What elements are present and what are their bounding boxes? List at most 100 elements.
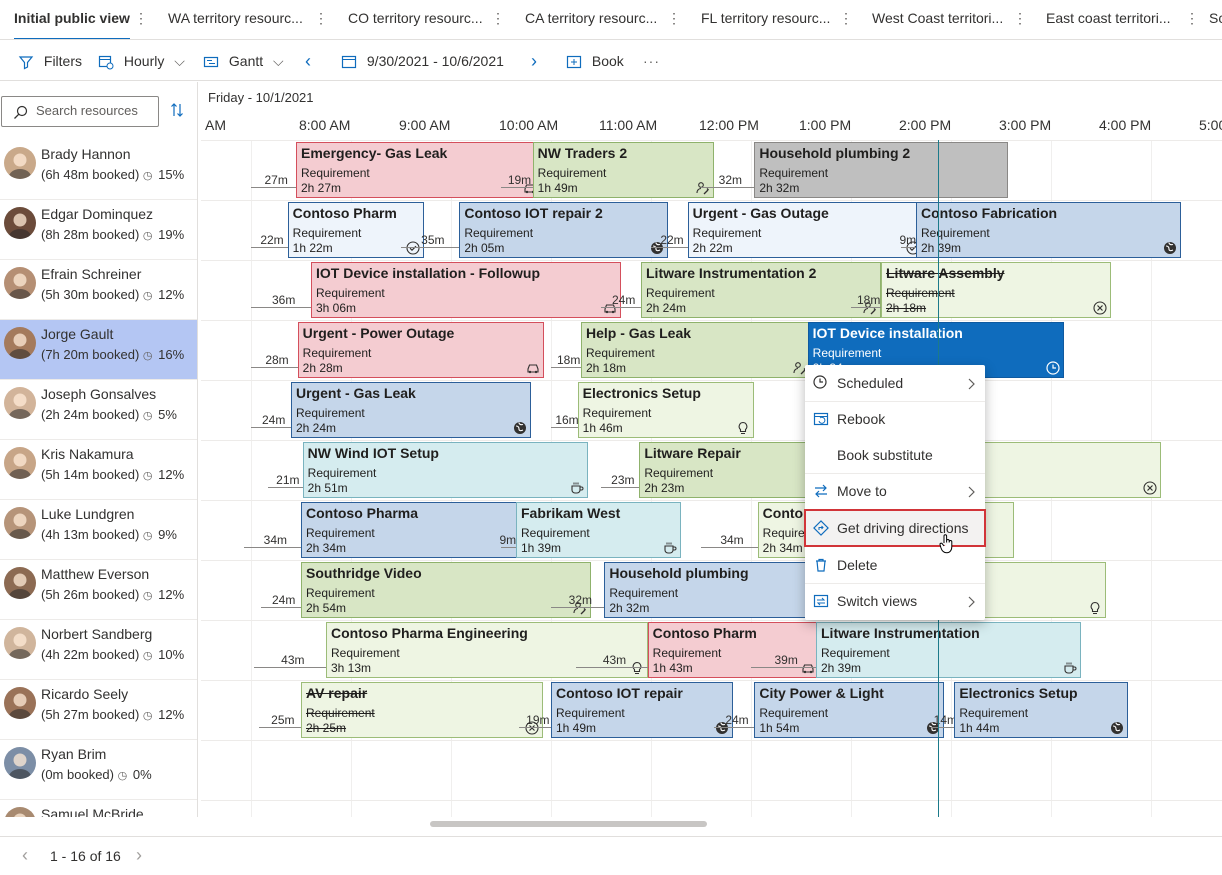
book-button[interactable]: Book [566, 41, 624, 81]
tab-more-icon[interactable]: ⋮ [1013, 10, 1027, 27]
travel-time-line [251, 247, 288, 248]
booking-card[interactable]: Fabrikam West Requirement 1h 39m [516, 502, 681, 558]
booking-title: Litware Assembly [886, 265, 1005, 281]
tab-more-icon[interactable]: ⋮ [134, 10, 148, 27]
horizontal-scrollbar[interactable] [430, 821, 707, 827]
booking-card[interactable]: NW Traders 2 Requirement 1h 49m [532, 142, 715, 198]
menu-item-book-substitute[interactable]: Book substitute [805, 437, 985, 473]
tab-overflow[interactable]: Sc [1209, 0, 1222, 39]
tab-more-icon[interactable]: ⋮ [1185, 10, 1199, 27]
booking-card[interactable]: Contoso IOT repair 2 Requirement 2h 05m [459, 202, 668, 258]
search-box[interactable] [1, 96, 159, 127]
resource-row[interactable]: Ryan Brim (0m booked) ◷ 0% [0, 740, 197, 800]
gantt-dropdown[interactable]: Gantt ⌵ [203, 41, 284, 81]
resource-row[interactable]: Luke Lundgren (4h 13m booked) ◷ 9% [0, 500, 197, 560]
menu-item-move-to[interactable]: Move to [805, 473, 985, 509]
resource-row[interactable]: Norbert Sandberg (4h 22m booked) ◷ 10% [0, 620, 197, 680]
hourly-dropdown[interactable]: Hourly ⌵ [98, 41, 185, 81]
booked-hours: (4h 13m booked) [41, 527, 140, 542]
booking-card[interactable]: Urgent - Gas Outage Requirement 2h 22m [687, 202, 925, 258]
bulb-icon [630, 661, 644, 675]
info-icon: ◷ [142, 530, 153, 542]
globe-icon [1163, 241, 1177, 255]
chevron-right-icon[interactable]: › [136, 845, 142, 866]
resource-row[interactable]: Matthew Everson (5h 26m booked) ◷ 12% [0, 560, 197, 620]
clock-icon [1046, 361, 1060, 375]
menu-item-scheduled[interactable]: Scheduled [805, 365, 985, 401]
tab-wa-territory[interactable]: WA territory resourc... [168, 0, 303, 39]
booking-title: IOT Device installation [812, 325, 963, 341]
booking-card[interactable]: Household plumbing 2 Requirement 2h 32m [754, 142, 1008, 198]
tab-east-coast[interactable]: East coast territori... [1046, 0, 1170, 39]
booking-card[interactable]: Contoso Pharma Engineering Requirement 3h … [326, 622, 648, 678]
tab-more-icon[interactable]: ⋮ [839, 10, 853, 27]
search-icon [14, 105, 28, 119]
booking-card[interactable]: Litware Assembly Requirement 2h 18m [881, 262, 1111, 318]
booking-subtitle: Requirement [586, 346, 655, 360]
tab-co-territory[interactable]: CO territory resourc... [348, 0, 483, 39]
resource-utilization: (4h 22m booked) ◷ 10% [41, 647, 184, 662]
tab-west-coast[interactable]: West Coast territori... [872, 0, 1003, 39]
booking-card[interactable]: Urgent - Gas Leak Requirement 2h 24m [291, 382, 531, 438]
booking-card[interactable]: Emergency- Gas Leak Requirement 2h 27m [296, 142, 541, 198]
sort-icon[interactable] [170, 102, 184, 118]
booking-title: Urgent - Gas Leak [296, 385, 416, 401]
resource-row[interactable]: Kris Nakamura (5h 14m booked) ◷ 12% [0, 440, 197, 500]
booked-hours: (5h 30m booked) [41, 287, 140, 302]
resource-row[interactable]: Ricardo Seely (5h 27m booked) ◷ 12% [0, 680, 197, 740]
menu-item-rebook[interactable]: Rebook [805, 401, 985, 437]
booking-card[interactable]: Help - Gas Leak Requirement 2h 18m [581, 322, 811, 378]
booking-card[interactable]: Electronics Setup Requirement 1h 44m [954, 682, 1128, 738]
avatar [4, 567, 36, 599]
chevron-left-icon[interactable]: ‹ [22, 845, 28, 866]
booking-card[interactable]: Litware Instrumentation 2 Requirement 2h 2… [641, 262, 881, 318]
menu-item-get-driving-directions[interactable]: Get driving directions [804, 509, 986, 547]
booking-card[interactable]: AV repair Requirement 2h 25m [301, 682, 543, 738]
booking-card[interactable]: NW Wind IOT Setup Requirement 2h 51m [302, 442, 588, 498]
travel-time-label: 39m [774, 653, 798, 667]
booking-card[interactable]: Contoso Fabrication Requirement 2h 39m [916, 202, 1181, 258]
date-range-picker[interactable]: 9/30/2021 - 10/6/2021 [341, 41, 504, 81]
travel-time-label: 19m [507, 173, 532, 187]
previous-date-button[interactable]: ‹ [305, 41, 311, 81]
filters-button[interactable]: Filters [18, 41, 82, 81]
tab-more-icon[interactable]: ⋮ [491, 10, 505, 27]
resource-row[interactable]: Samuel McBride [0, 800, 197, 817]
booked-percent: 12% [158, 587, 185, 602]
booking-card[interactable]: Southridge Video Requirement 2h 54m [301, 562, 591, 618]
resource-row[interactable]: Jorge Gault (7h 20m booked) ◷ 16% [0, 320, 197, 380]
booking-title: Electronics Setup [582, 385, 701, 401]
search-input[interactable] [36, 103, 154, 118]
tab-more-icon[interactable]: ⋮ [667, 10, 681, 27]
booking-card[interactable]: IOT Device installation - Followup Requir… [311, 262, 621, 318]
resource-row[interactable]: Edgar Dominquez (8h 28m booked) ◷ 19% [0, 200, 197, 260]
menu-item-switch-views[interactable]: Switch views [805, 583, 985, 619]
next-date-button[interactable]: › [531, 41, 537, 81]
booking-subtitle: Requirement [307, 466, 377, 480]
more-commands-button[interactable]: ··· [643, 41, 660, 81]
tab-fl-territory[interactable]: FL territory resourc... [701, 0, 830, 39]
resource-row[interactable]: Efrain Schreiner (5h 30m booked) ◷ 12% [0, 260, 197, 320]
booked-percent: 12% [158, 467, 185, 482]
resource-row[interactable]: Joseph Gonsalves (2h 24m booked) ◷ 5% [0, 380, 197, 440]
booking-card[interactable]: City Power & Light Requirement 1h 54m [754, 682, 945, 738]
tab-more-icon[interactable]: ⋮ [314, 10, 328, 27]
tab-initial-public-view[interactable]: Initial public view [14, 0, 130, 39]
arrows-icon [813, 483, 829, 499]
calendar-icon [813, 411, 829, 427]
booking-card[interactable]: Contoso Pharm Requirement 1h 43m [647, 622, 820, 678]
menu-item-delete[interactable]: Delete [805, 547, 985, 583]
booking-card[interactable]: Electronics Setup Requirement 1h 46m [577, 382, 755, 438]
booking-duration: 2h 27m [301, 181, 342, 195]
tab-ca-territory[interactable]: CA territory resourc... [525, 0, 657, 39]
booking-card[interactable]: Urgent - Power Outage Requirement 2h 28m [297, 322, 545, 378]
cancel-icon [1143, 481, 1157, 495]
booking-title: Contoso Pharm [292, 205, 397, 221]
booking-card[interactable]: Contoso IOT repair Requirement 1h 49m [551, 682, 733, 738]
chevron-down-icon: ⌵ [174, 53, 185, 69]
booking-duration: 2h 39m [821, 661, 862, 675]
resource-row[interactable]: Brady Hannon (6h 48m booked) ◷ 15% [0, 140, 197, 200]
travel-time-label: 24m [612, 293, 636, 307]
booking-card[interactable]: Contoso Pharm Requirement 1h 22m [287, 202, 425, 258]
booking-card[interactable]: Litware Instrumentation Requirement 2h 39m [816, 622, 1081, 678]
